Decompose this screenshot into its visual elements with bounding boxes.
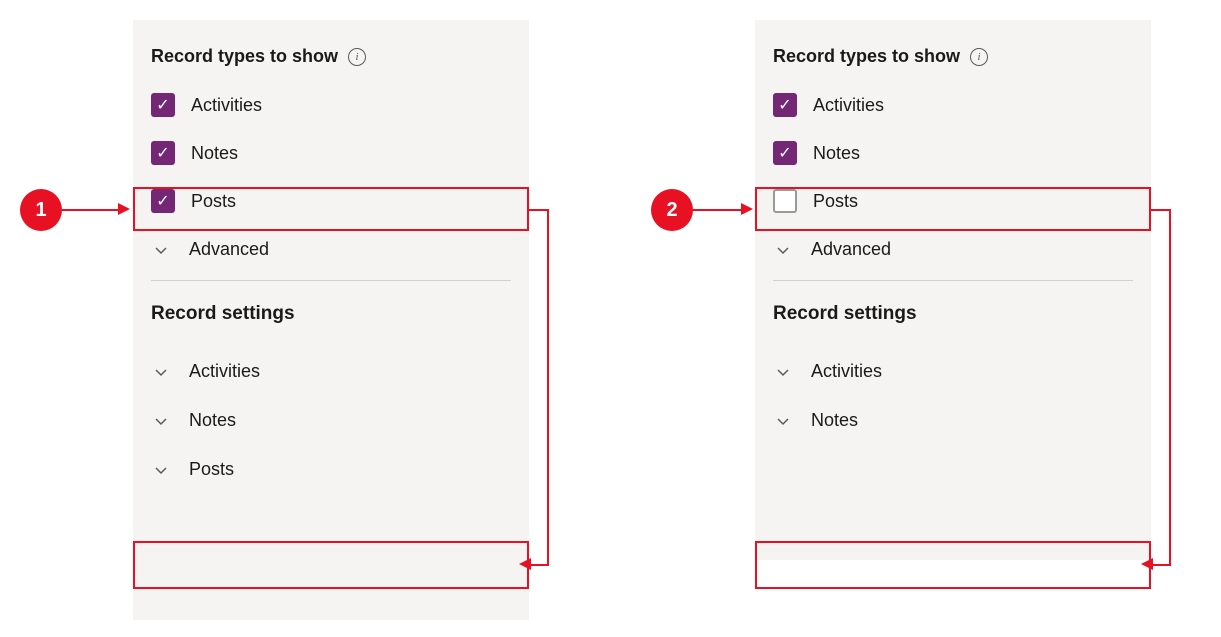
expand-row-notes[interactable]: Notes	[133, 396, 529, 445]
expand-row-notes[interactable]: Notes	[755, 396, 1151, 445]
section-title-text: Record types to show	[151, 46, 338, 67]
expand-row-advanced[interactable]: Advanced	[755, 225, 1151, 274]
expand-label-advanced: Advanced	[811, 239, 891, 260]
annotation-arrow	[62, 209, 120, 211]
checkbox-row-activities[interactable]: ✓ Activities	[133, 81, 529, 129]
chevron-down-icon	[773, 243, 793, 257]
expand-row-advanced[interactable]: Advanced	[133, 225, 529, 274]
annotation-connector	[1169, 209, 1171, 566]
arrow-head-icon	[118, 203, 130, 215]
callout-badge-1: 1	[20, 189, 62, 231]
annotation-connector	[547, 209, 549, 566]
expand-row-activities[interactable]: Activities	[133, 347, 529, 396]
checkbox-label-notes: Notes	[191, 143, 238, 164]
chevron-down-icon	[151, 365, 171, 379]
callout-badge-2: 2	[651, 189, 693, 231]
divider	[151, 280, 511, 281]
checkmark-icon: ✓	[156, 191, 169, 211]
expand-row-posts[interactable]: Posts	[133, 445, 529, 494]
settings-panel-left: Record types to show i ✓ Activities ✓ No…	[133, 20, 529, 620]
checkbox-notes[interactable]: ✓	[773, 141, 797, 165]
checkbox-label-notes: Notes	[813, 143, 860, 164]
expand-row-activities[interactable]: Activities	[755, 347, 1151, 396]
annotation-connector	[529, 209, 549, 211]
callout-badge-1-text: 1	[35, 199, 46, 222]
annotation-connector	[1151, 209, 1171, 211]
expand-label-activities: Activities	[189, 361, 260, 382]
checkmark-icon: ✓	[156, 143, 169, 163]
checkbox-activities[interactable]: ✓	[151, 93, 175, 117]
expand-label-advanced: Advanced	[189, 239, 269, 260]
info-icon[interactable]: i	[348, 48, 366, 66]
checkbox-row-notes[interactable]: ✓ Notes	[133, 129, 529, 177]
checkmark-icon: ✓	[156, 95, 169, 115]
chevron-down-icon	[773, 365, 793, 379]
section-title-record-types: Record types to show i	[755, 38, 1151, 81]
checkbox-row-notes[interactable]: ✓ Notes	[755, 129, 1151, 177]
checkmark-icon: ✓	[778, 143, 791, 163]
callout-badge-2-text: 2	[666, 199, 677, 222]
section-title-record-types: Record types to show i	[133, 38, 529, 81]
divider	[773, 280, 1133, 281]
chevron-down-icon	[151, 463, 171, 477]
expand-label-notes: Notes	[189, 410, 236, 431]
checkbox-label-posts: Posts	[813, 191, 858, 212]
settings-panel-right: Record types to show i ✓ Activities ✓ No…	[755, 20, 1151, 560]
expand-label-posts: Posts	[189, 459, 234, 480]
checkbox-label-posts: Posts	[191, 191, 236, 212]
annotation-connector	[529, 564, 549, 566]
subheading-record-settings: Record settings	[133, 287, 529, 347]
chevron-down-icon	[151, 414, 171, 428]
checkbox-label-activities: Activities	[813, 95, 884, 116]
checkbox-posts[interactable]	[773, 189, 797, 213]
arrow-head-icon	[1141, 558, 1153, 570]
annotation-arrow	[693, 209, 743, 211]
subheading-record-settings: Record settings	[755, 287, 1151, 347]
info-icon[interactable]: i	[970, 48, 988, 66]
expand-label-activities: Activities	[811, 361, 882, 382]
checkmark-icon: ✓	[778, 95, 791, 115]
checkbox-posts[interactable]: ✓	[151, 189, 175, 213]
chevron-down-icon	[151, 243, 171, 257]
section-title-text: Record types to show	[773, 46, 960, 67]
checkbox-activities[interactable]: ✓	[773, 93, 797, 117]
checkbox-label-activities: Activities	[191, 95, 262, 116]
arrow-head-icon	[741, 203, 753, 215]
checkbox-row-posts[interactable]: ✓ Posts	[133, 177, 529, 225]
annotation-connector	[1151, 564, 1171, 566]
checkbox-row-posts[interactable]: Posts	[755, 177, 1151, 225]
expand-label-notes: Notes	[811, 410, 858, 431]
checkbox-notes[interactable]: ✓	[151, 141, 175, 165]
chevron-down-icon	[773, 414, 793, 428]
arrow-head-icon	[519, 558, 531, 570]
checkbox-row-activities[interactable]: ✓ Activities	[755, 81, 1151, 129]
